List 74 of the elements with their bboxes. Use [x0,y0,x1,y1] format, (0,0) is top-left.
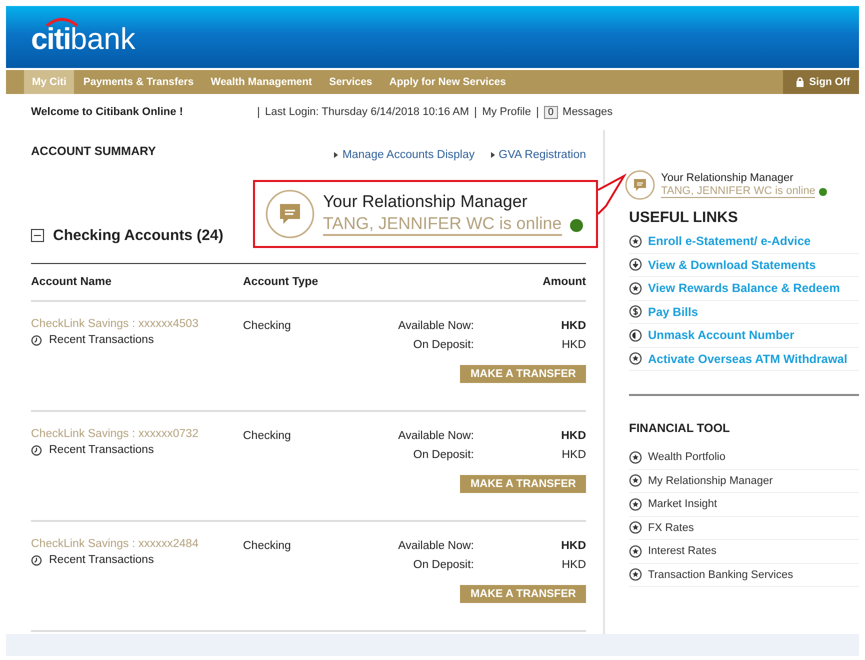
section-title: FINANCIAL TOOL [629,421,731,435]
amount-value: HKD [562,338,586,352]
amount-value: HKD [562,558,586,572]
dollar-icon [629,305,642,318]
last-login-text: Last Login: Thursday 6/14/2018 10:16 AM [265,106,470,118]
amount-label: Available Now: [398,429,474,443]
amount-value: HKD [562,448,586,462]
triangle-icon [334,152,338,158]
section-title: ACCOUNT SUMMARY [31,144,156,160]
nav-tab[interactable]: My Citi [24,70,74,94]
text-link[interactable]: Manage Accounts Display [334,148,475,162]
message-count: 0 [544,106,558,118]
useful-link[interactable]: View & Download Statements [629,254,859,277]
tool-link[interactable]: Interest Rates [629,540,859,564]
useful-link[interactable]: View Rewards Balance & Redeem [629,277,859,300]
lock-icon [796,77,804,87]
account-link[interactable]: CheckLink Savings : xxxxxx2484 [31,538,243,550]
chat-icon [625,170,655,200]
nav-tab[interactable]: Services [321,70,380,94]
contrast-icon [629,328,642,342]
manager-status-link[interactable]: TANG, JENNIFER WC is online [323,214,562,236]
transfer-button[interactable]: MAKE A TRANSFER [460,365,586,383]
column-header: Account Name [31,276,113,288]
transfer-button[interactable]: MAKE A TRANSFER [460,475,586,493]
amount-label: On Deposit: [413,448,474,462]
tool-link[interactable]: My Relationship Manager [629,470,859,493]
account-link[interactable]: CheckLink Savings : xxxxxx4503 [31,318,243,330]
section-heading: Checking Accounts (24) [53,226,224,244]
manager-title: Your Relationship Manager [323,192,528,212]
download-icon [629,258,642,272]
column-header: Account Type [243,276,318,288]
table-cell-text: Checking [243,319,292,334]
useful-link[interactable]: Activate Overseas ATM Withdrawal [629,348,859,371]
clock-icon [31,334,42,346]
section-title: USEFUL LINKS [629,209,739,226]
tool-link[interactable]: Market Insight [629,493,859,516]
amount-value: HKD [561,319,586,333]
tool-link[interactable]: Wealth Portfolio [629,446,859,470]
messages-link[interactable]: Messages [562,106,613,118]
arc-icon [45,16,79,27]
amount-label: Available Now: [398,319,474,333]
tool-link[interactable]: Transaction Banking Services [629,564,859,587]
citibank-logo[interactable]: citibank [31,19,136,55]
useful-link[interactable]: Enroll e-Statement/ e-Advice [629,230,859,254]
tool-link[interactable]: FX Rates [629,516,859,540]
recent-transactions-link[interactable]: Recent Transactions [31,334,243,346]
account-link[interactable]: CheckLink Savings : xxxxxx0732 [31,428,243,440]
collapse-toggle[interactable] [31,228,44,242]
manager-title: Your Relationship Manager [661,172,794,184]
useful-link[interactable]: Pay Bills [629,300,859,324]
sign-off-button[interactable]: Sign Off [783,70,859,94]
column-header: Amount [542,276,586,288]
amount-label: On Deposit: [413,558,474,572]
triangle-icon [490,152,495,158]
amount-label: Available Now: [398,539,474,553]
amount-value: HKD [561,539,586,553]
nav-tab[interactable]: Payments & Transfers [75,70,202,94]
welcome-text: Welcome to Citibank Online ! [31,106,184,118]
transfer-button[interactable]: MAKE A TRANSFER [460,585,586,603]
manager-status-link[interactable]: TANG, JENNIFER WC is online [661,185,816,198]
amount-value: HKD [561,429,586,443]
table-cell-text: Checking [243,429,292,444]
recent-transactions-link[interactable]: Recent Transactions [31,444,243,456]
text-link[interactable]: GVA Registration [490,148,586,162]
recent-transactions-link[interactable]: Recent Transactions [31,554,243,566]
profile-link[interactable]: My Profile [482,106,531,118]
table-cell-text: Checking [243,539,292,554]
clock-icon [31,444,42,456]
clock-icon [31,554,42,566]
useful-link[interactable]: Unmask Account Number [629,324,859,348]
nav-tab[interactable]: Apply for New Services [381,70,514,94]
chat-icon [265,189,315,239]
amount-label: On Deposit: [413,338,474,352]
nav-tab[interactable]: Wealth Management [202,70,320,94]
